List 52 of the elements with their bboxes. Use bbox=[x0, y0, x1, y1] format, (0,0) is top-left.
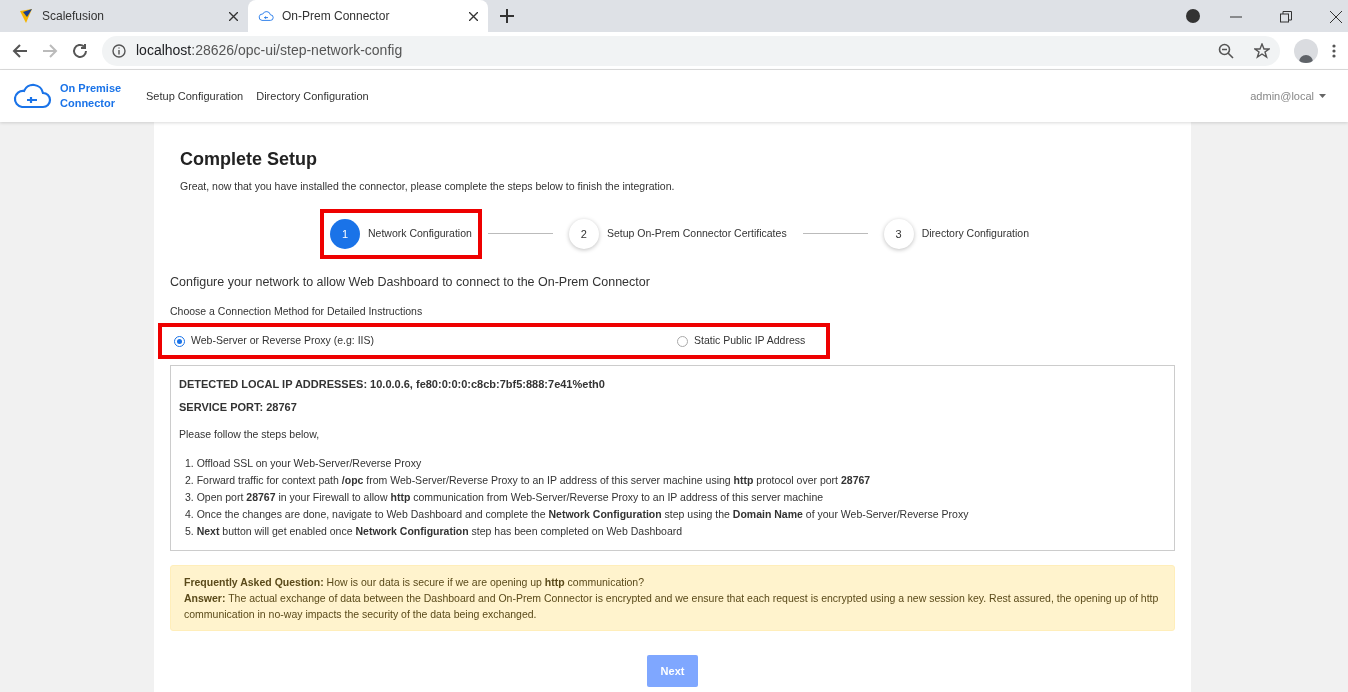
page-subtitle: Great, now that you have installed the connector, please complete the steps below to finish the integration. bbox=[180, 179, 676, 194]
section-title: Configure your network to allow Web Dashboard to connect to the On-Prem Connector bbox=[170, 273, 651, 291]
logo-text: On Premise Connector bbox=[60, 81, 123, 111]
wing-logo-icon bbox=[18, 8, 34, 24]
method-label: Choose a Connection Method for Detailed Instructions bbox=[170, 303, 424, 319]
step-label: Directory Configuration bbox=[921, 225, 1030, 241]
address-bar[interactable]: localhost:28626/opc-ui/step-network-config bbox=[102, 35, 1280, 66]
intro-text: Please follow the steps below, bbox=[179, 427, 321, 443]
plus-icon[interactable] bbox=[500, 9, 514, 23]
step-number: 1 bbox=[330, 218, 360, 249]
instruction-step: 3. Open port 28767 in your Firewall to allow http communication from Web-Server/Reverse Proxy to an IP address of this server machine bbox=[185, 489, 1166, 506]
star-icon[interactable] bbox=[1254, 42, 1270, 59]
profile-avatar[interactable] bbox=[1294, 38, 1318, 63]
url-text: localhost:28626/opc-ui/step-network-config bbox=[136, 41, 403, 60]
back-arrow-icon[interactable] bbox=[12, 42, 28, 59]
step-number: 2 bbox=[568, 218, 599, 249]
reload-icon[interactable] bbox=[72, 42, 88, 59]
stepper-step[interactable]: 1 Network Configuration bbox=[320, 208, 482, 259]
step-label: Setup On-Prem Connector Certificates bbox=[606, 225, 787, 241]
page-title: Complete Setup bbox=[180, 148, 318, 171]
browser-tab[interactable]: Scalefusion bbox=[8, 0, 248, 32]
user-menu[interactable]: admin@local bbox=[1250, 87, 1314, 105]
browser-tab[interactable]: On-Prem Connector bbox=[248, 0, 488, 32]
faq-answer: Answer: The actual exchange of data between the Dashboard and On-Prem Connector is encrypted and we ensure that each request is encrypted using a new session key. Rest assured, the opening up of http communication in no-way impacts the security of the data being exchanged. bbox=[184, 591, 1160, 622]
tab-title: Scalefusion bbox=[42, 8, 106, 25]
instruction-step: 4. Once the changes are done, navigate to Web Dashboard and complete the Network Configuration step using the Domain Name of your Web-Server/Reverse Proxy bbox=[185, 506, 1166, 523]
stepper-step[interactable]: 2 Setup On-Prem Connector Certificates bbox=[558, 208, 797, 259]
info-icon[interactable] bbox=[112, 43, 126, 58]
cloud-plug-logo-icon bbox=[12, 81, 52, 111]
instruction-step: 2. Forward traffic for context path /opc from Web-Server/Reverse Proxy to an IP address of this server machine using http protocol over port 28767 bbox=[185, 472, 1166, 489]
menu-icon[interactable] bbox=[1332, 43, 1336, 58]
detected-ip-text: DETECTED LOCAL IP ADDRESSES: 10.0.0.6, fe80:0:0:0:c8cb:7bf5:888:7e41%eth0 bbox=[179, 377, 606, 393]
nav-link[interactable]: Directory Configuration bbox=[256, 87, 369, 105]
cloud-icon bbox=[258, 9, 274, 23]
faq-question: Frequently Asked Question: How is our data is secure if we are opening up http communication? bbox=[184, 575, 646, 590]
instruction-step: 5. Next button will get enabled once Network Configuration step has been completed on Web Dashboard bbox=[185, 523, 1166, 540]
step-number: 3 bbox=[883, 218, 914, 249]
restore-icon[interactable] bbox=[1280, 11, 1292, 23]
service-port-text: SERVICE PORT: 28767 bbox=[179, 399, 298, 415]
close-icon[interactable] bbox=[1330, 11, 1342, 23]
radio-option[interactable]: Web-Server or Reverse Proxy (e.g: IIS) bbox=[174, 333, 677, 350]
caret-icon[interactable] bbox=[1319, 94, 1326, 98]
step-label: Network Configuration bbox=[368, 225, 472, 241]
radio-option[interactable]: Static Public IP Address bbox=[677, 333, 806, 350]
close-icon[interactable] bbox=[229, 11, 238, 21]
tab-title: On-Prem Connector bbox=[282, 8, 391, 25]
dropdown-icon[interactable] bbox=[1186, 9, 1200, 23]
instruction-step: 1. Offload SSL on your Web-Server/Reverse Proxy bbox=[185, 455, 1166, 472]
stepper-step[interactable]: 3 Directory Configuration bbox=[873, 208, 1040, 259]
zoom-out-icon[interactable] bbox=[1218, 42, 1234, 59]
nav-link[interactable]: Setup Configuration bbox=[146, 87, 244, 105]
close-icon[interactable] bbox=[469, 11, 478, 21]
